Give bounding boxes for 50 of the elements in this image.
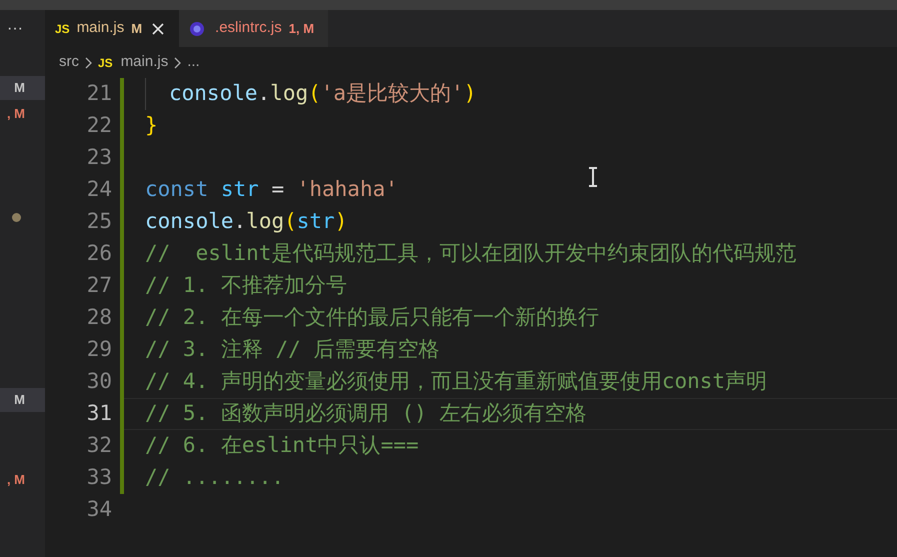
line-number: 25 bbox=[86, 208, 112, 236]
code-line: // 2. 在每一个文件的最后只能有一个新的换行 bbox=[145, 304, 599, 332]
more-actions-button[interactable]: ··· bbox=[0, 10, 45, 47]
code-line: // 4. 声明的变量必须使用，而且没有重新赋值要使用const声明 bbox=[145, 368, 768, 396]
breadcrumb-item[interactable]: src bbox=[59, 51, 79, 74]
line-number: 28 bbox=[86, 304, 112, 332]
file-row[interactable]: M bbox=[0, 388, 45, 412]
file-row[interactable]: M bbox=[0, 76, 45, 100]
code-line: } bbox=[145, 112, 158, 140]
line-number: 34 bbox=[86, 496, 112, 524]
text-cursor-icon bbox=[588, 167, 598, 187]
code-line: console.log(str) bbox=[145, 208, 348, 236]
line-number: 32 bbox=[86, 432, 112, 460]
breadcrumb-item[interactable]: ... bbox=[187, 51, 200, 74]
tab-status-letters: 1, M bbox=[288, 20, 314, 38]
code-line: // 5. 函数声明必须调用 () 左右必须有空格 bbox=[145, 400, 586, 428]
code-line: // 6. 在eslint中只认=== bbox=[145, 432, 419, 460]
status-letters: M bbox=[14, 79, 25, 98]
line-number: 30 bbox=[86, 368, 112, 396]
chevron-right-icon bbox=[173, 56, 182, 68]
tab-label: main.js bbox=[76, 18, 124, 38]
code-line: // ........ bbox=[145, 464, 284, 492]
status-letters: M bbox=[14, 391, 25, 410]
code-line: // eslint是代码规范工具，可以在团队开发中约束团队的代码规范 bbox=[145, 240, 796, 268]
code-line: // 3. 注释 // 后需要有空格 bbox=[145, 336, 440, 364]
tab-label: .eslintrc.js bbox=[215, 18, 282, 38]
dot-icon bbox=[12, 212, 21, 222]
editor-tab[interactable]: .eslintrc.js 1, M bbox=[179, 10, 328, 47]
line-number: 22 bbox=[86, 112, 112, 140]
circle-file-icon bbox=[189, 20, 206, 36]
line-number: 31 bbox=[86, 400, 112, 428]
breadcrumb-item[interactable]: main.js bbox=[120, 51, 168, 74]
close-icon bbox=[151, 22, 166, 36]
line-number: 21 bbox=[86, 80, 112, 108]
line-number: 29 bbox=[86, 336, 112, 364]
status-letters: , M bbox=[6, 105, 25, 124]
chevron-right-icon bbox=[84, 56, 93, 68]
line-number: 26 bbox=[86, 240, 112, 268]
line-number: 23 bbox=[86, 144, 112, 172]
code-line: console.log('a是比较大的') bbox=[169, 80, 476, 108]
tab-status-letters: M bbox=[131, 20, 142, 38]
js-file-icon: JS bbox=[98, 54, 113, 72]
line-number: 33 bbox=[86, 464, 112, 492]
code-line: const str = 'hahaha' bbox=[145, 176, 398, 204]
js-file-icon: JS bbox=[55, 20, 70, 38]
code-line: // 1. 不推荐加分号 bbox=[145, 272, 347, 300]
editor-tab[interactable]: JS main.js M bbox=[45, 10, 180, 47]
line-number: 24 bbox=[86, 176, 112, 204]
status-letters: , M bbox=[6, 471, 25, 490]
line-number: 27 bbox=[86, 272, 112, 300]
